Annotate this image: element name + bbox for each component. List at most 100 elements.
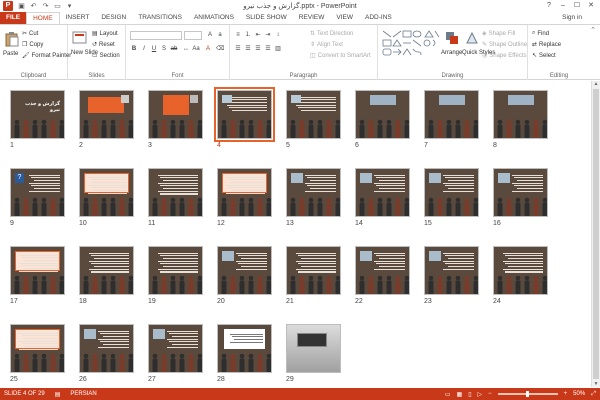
scroll-up-icon[interactable]: ▲ <box>592 81 600 87</box>
font-color-icon[interactable]: A <box>204 45 212 53</box>
start-slideshow-icon[interactable]: ▭ <box>53 2 62 10</box>
collapse-ribbon-icon[interactable]: ⌃ <box>590 25 596 77</box>
slide-thumbnail[interactable] <box>424 246 479 295</box>
close-button[interactable]: ✕ <box>584 0 598 12</box>
replace-button[interactable]: ⇄ Replace <box>532 41 561 49</box>
shrink-font-icon[interactable]: a <box>216 31 224 39</box>
slide-thumbnail[interactable] <box>148 168 203 217</box>
vertical-scrollbar[interactable]: ▲ ▼ <box>591 81 600 387</box>
tab-review[interactable]: REVIEW <box>293 12 331 24</box>
zoom-out-icon[interactable]: − <box>488 391 492 397</box>
slide-thumbnail[interactable] <box>493 90 548 139</box>
slide-thumbnail[interactable] <box>286 90 341 139</box>
line-spacing-icon[interactable]: ↕ <box>274 31 282 39</box>
columns-icon[interactable]: ▥ <box>274 45 282 53</box>
numbering-icon[interactable]: ⒈ <box>244 31 252 39</box>
arrange-icon[interactable] <box>444 30 460 46</box>
slide-thumbnail[interactable] <box>424 168 479 217</box>
zoom-level[interactable]: 50% <box>573 391 585 397</box>
new-slide-icon[interactable] <box>72 30 88 46</box>
cut-button[interactable]: ✂ Cut <box>22 30 38 38</box>
slide-thumbnail[interactable] <box>10 246 65 295</box>
layout-button[interactable]: ▤ Layout <box>92 30 118 38</box>
redo-icon[interactable]: ↷ <box>41 2 50 10</box>
tab-design[interactable]: DESIGN <box>95 12 132 24</box>
slide-thumbnail[interactable] <box>217 168 272 217</box>
paste-icon[interactable] <box>4 31 20 47</box>
decrease-indent-icon[interactable]: ⇤ <box>254 31 262 39</box>
slide-sorter-view-icon[interactable]: ▦ <box>457 391 463 398</box>
slide-thumbnail[interactable] <box>355 246 410 295</box>
slide-thumbnail[interactable] <box>286 168 341 217</box>
justify-icon[interactable]: ☰ <box>264 45 272 53</box>
align-right-icon[interactable]: ☰ <box>254 45 262 53</box>
quick-styles-icon[interactable] <box>464 30 480 46</box>
scrollbar-thumb[interactable] <box>593 89 599 379</box>
clear-format-icon[interactable]: ⌫ <box>216 45 224 53</box>
slide-thumbnail[interactable] <box>148 324 203 373</box>
tab-view[interactable]: VIEW <box>330 12 359 24</box>
shapes-gallery-icon[interactable] <box>381 29 441 59</box>
slide-thumbnail[interactable] <box>286 246 341 295</box>
italic-icon[interactable]: I <box>140 45 148 53</box>
slide-thumbnail[interactable]: گزارش و جذب نیرو <box>10 90 65 139</box>
zoom-slider[interactable] <box>497 391 558 397</box>
tab-animations[interactable]: ANIMATIONS <box>188 12 240 24</box>
slide-thumbnail[interactable] <box>79 168 134 217</box>
tab-slide-show[interactable]: SLIDE SHOW <box>240 12 293 24</box>
slide-thumbnail[interactable] <box>355 168 410 217</box>
normal-view-icon[interactable]: ▭ <box>445 391 451 398</box>
undo-icon[interactable]: ↶ <box>29 2 38 10</box>
underline-icon[interactable]: U <box>150 45 158 53</box>
tab-insert[interactable]: INSERT <box>60 12 96 24</box>
reset-button[interactable]: ↺ Reset <box>92 41 115 49</box>
copy-button[interactable]: ❐ Copy <box>22 41 43 49</box>
shadow-icon[interactable]: S <box>160 45 168 53</box>
scroll-down-icon[interactable]: ▼ <box>592 381 600 387</box>
shape-outline-button[interactable]: ✎ Shape Outline <box>482 41 527 49</box>
reading-view-icon[interactable]: ▯ <box>468 391 471 398</box>
slide-thumbnail[interactable] <box>493 168 548 217</box>
slide-thumbnail[interactable] <box>79 246 134 295</box>
slide-thumbnail[interactable] <box>148 246 203 295</box>
bold-icon[interactable]: B <box>130 45 138 53</box>
tab-add-ins[interactable]: ADD-INS <box>359 12 398 24</box>
slide-thumbnail[interactable]: ? <box>10 168 65 217</box>
section-button[interactable]: ▭ Section <box>92 52 120 60</box>
change-case-icon[interactable]: Aa <box>192 45 200 53</box>
shape-effects-button[interactable]: ◎ Shape Effects <box>482 52 527 60</box>
char-spacing-icon[interactable]: ↔ <box>182 45 190 53</box>
slide-thumbnail[interactable] <box>214 87 275 142</box>
align-text-button[interactable]: ⇕ Align Text <box>310 41 343 49</box>
slide-thumbnail[interactable] <box>79 324 134 373</box>
shape-fill-button[interactable]: ◈ Shape Fill <box>482 30 515 38</box>
maximize-button[interactable]: ☐ <box>570 0 584 12</box>
strikethrough-icon[interactable]: ab <box>170 45 178 53</box>
slide-thumbnail[interactable] <box>10 324 65 373</box>
slide-thumbnail[interactable] <box>355 90 410 139</box>
grow-font-icon[interactable]: A <box>206 31 214 39</box>
tab-transitions[interactable]: TRANSITIONS <box>132 12 188 24</box>
slideshow-view-icon[interactable]: ▷ <box>478 391 483 398</box>
arrange-button[interactable]: Arrange <box>441 50 462 56</box>
text-direction-button[interactable]: ⇅ Text Direction <box>310 30 353 38</box>
slide-thumbnail[interactable] <box>148 90 203 139</box>
slide-thumbnail[interactable] <box>217 246 272 295</box>
find-button[interactable]: ⌕ Find <box>532 30 549 37</box>
customize-qat-icon[interactable]: ▾ <box>65 2 74 10</box>
slide-thumbnail[interactable] <box>286 324 341 373</box>
save-icon[interactable]: ▣ <box>17 2 26 10</box>
select-button[interactable]: ↖ Select <box>532 52 556 60</box>
slide-thumbnail[interactable] <box>217 324 272 373</box>
fit-slide-icon[interactable]: ⤢ <box>591 391 596 398</box>
increase-indent-icon[interactable]: ⇥ <box>264 31 272 39</box>
align-left-icon[interactable]: ☰ <box>234 45 242 53</box>
convert-smartart-button[interactable]: ◫ Convert to SmartArt <box>310 52 371 60</box>
paste-button[interactable]: Paste <box>3 51 18 57</box>
align-center-icon[interactable]: ☰ <box>244 45 252 53</box>
zoom-slider-knob[interactable] <box>526 391 530 397</box>
language-indicator[interactable]: PERSIAN <box>70 391 96 398</box>
proofing-icon[interactable]: ▤ <box>55 391 61 398</box>
slide-thumbnail[interactable] <box>493 246 548 295</box>
bullets-icon[interactable]: ≡ <box>234 31 242 39</box>
